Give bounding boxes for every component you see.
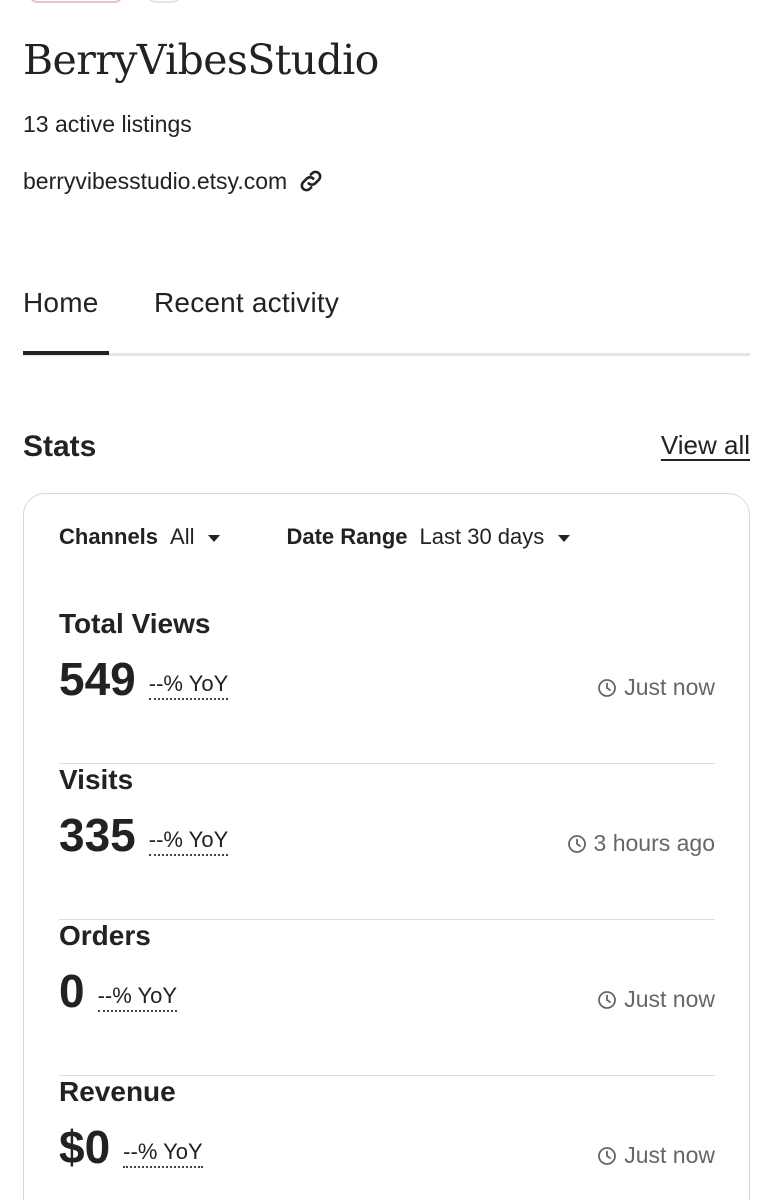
view-all-link[interactable]: View all [661, 430, 750, 461]
clock-icon [597, 678, 617, 698]
tabs-divider [23, 353, 750, 356]
active-tab-indicator [23, 351, 109, 355]
clock-icon [567, 834, 587, 854]
stat-label: Visits [59, 764, 134, 795]
stat-value: 0 [59, 965, 85, 1017]
updated-time: Just now [624, 1142, 715, 1168]
stat-value: $0 [59, 1121, 111, 1173]
updated-timestamp: Just now [597, 1142, 715, 1169]
yoy-change[interactable]: --% YoY [97, 983, 178, 1013]
shop-banner-edge [28, 0, 124, 3]
link-icon[interactable] [297, 167, 325, 195]
stat-label: Orders [59, 920, 151, 951]
date-range-value[interactable]: Last 30 days [420, 524, 545, 550]
stat-label: Revenue [59, 1076, 176, 1107]
date-range-label: Date Range [286, 524, 408, 549]
clock-icon [597, 990, 617, 1010]
stat-row-orders: Orders 0 --% YoY Just now [59, 920, 715, 1076]
date-range-filter[interactable]: Date Range Last 30 days [286, 524, 571, 550]
yoy-change[interactable]: --% YoY [148, 827, 229, 857]
stat-label: Total Views [59, 608, 211, 639]
tab-recent-activity[interactable]: Recent activity [154, 287, 339, 319]
stats-filters: Channels All Date Range Last 30 days [59, 524, 571, 550]
shop-url-link[interactable]: berryvibesstudio.etsy.com [23, 167, 325, 195]
updated-timestamp: Just now [597, 674, 715, 701]
stats-title: Stats [23, 430, 97, 463]
active-listings-count: 13 active listings [23, 111, 192, 137]
shop-url[interactable]: berryvibesstudio.etsy.com [23, 168, 287, 195]
shop-tabs: Home Recent activity [23, 287, 750, 357]
updated-time: Just now [624, 986, 715, 1012]
shop-name: BerryVibesStudio [23, 36, 379, 84]
shop-avatar-edge [146, 0, 182, 3]
stat-row-revenue: Revenue $0 --% YoY Just now [59, 1076, 715, 1200]
updated-timestamp: 3 hours ago [567, 830, 715, 857]
yoy-change[interactable]: --% YoY [148, 671, 229, 701]
tab-home[interactable]: Home [23, 287, 99, 319]
caret-down-icon[interactable] [558, 534, 571, 542]
caret-down-icon[interactable] [208, 534, 221, 542]
shop-dashboard: BerryVibesStudio 13 active listings berr… [0, 0, 773, 1200]
stat-value: 335 [59, 809, 136, 861]
clock-icon [597, 1146, 617, 1166]
stat-row-total-views: Total Views 549 --% YoY Just now [59, 608, 715, 764]
stats-card: Channels All Date Range Last 30 days Tot… [23, 493, 750, 1200]
stat-row-visits: Visits 335 --% YoY 3 hours ago [59, 764, 715, 920]
channels-filter[interactable]: Channels All [59, 524, 221, 550]
updated-timestamp: Just now [597, 986, 715, 1013]
stat-value: 549 [59, 653, 136, 705]
yoy-change[interactable]: --% YoY [123, 1139, 203, 1169]
updated-time: 3 hours ago [593, 830, 715, 856]
updated-time: Just now [624, 674, 715, 700]
channels-label: Channels [59, 524, 159, 549]
channels-value[interactable]: All [170, 524, 194, 550]
